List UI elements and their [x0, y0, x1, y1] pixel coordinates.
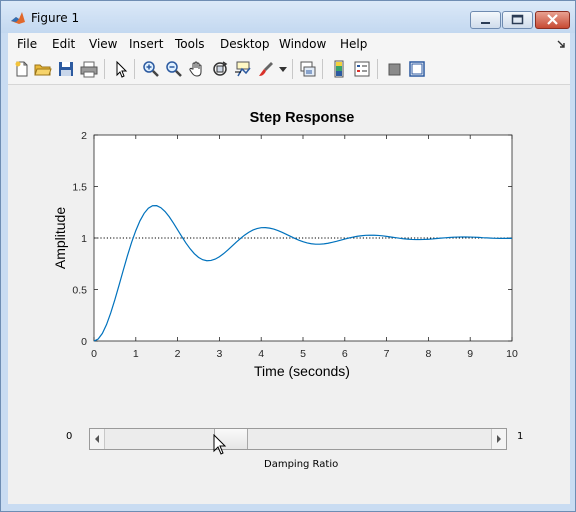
- title-bar[interactable]: Figure 1: [1, 1, 575, 33]
- x-tick-label: 6: [342, 348, 348, 360]
- y-tick-label: 2: [81, 130, 87, 142]
- figure-canvas: Step Response 0 1 2 3 4 5 6 7 8 9 10 0 0.5 1 1.5 2 Ampl…: [8, 85, 570, 504]
- insert-legend-icon[interactable]: [353, 60, 371, 78]
- data-cursor-icon[interactable]: [234, 60, 252, 78]
- toolbar-separator: [322, 59, 323, 79]
- matlab-icon: [11, 12, 25, 24]
- x-axis-label: Time (seconds): [254, 363, 350, 379]
- save-icon[interactable]: [57, 60, 75, 78]
- maximize-icon: [511, 14, 524, 25]
- menu-tools[interactable]: Tools: [175, 37, 205, 51]
- zoom-in-icon[interactable]: [142, 60, 160, 78]
- x-tick-label: 3: [216, 348, 222, 360]
- x-tick-label: 10: [506, 348, 518, 360]
- insert-colorbar-icon[interactable]: [330, 60, 348, 78]
- window-title: Figure 1: [31, 11, 80, 25]
- menu-insert[interactable]: Insert: [129, 37, 163, 51]
- menu-bar: File Edit View Insert Tools Desktop Wind…: [8, 33, 570, 56]
- x-tick-label: 7: [384, 348, 390, 360]
- toolbar-separator: [292, 59, 293, 79]
- slider-left-arrow[interactable]: [90, 429, 105, 449]
- pan-hand-icon[interactable]: [188, 60, 206, 78]
- toolbar: [8, 55, 570, 85]
- right-arrow-icon: [497, 435, 501, 443]
- y-tick-label: 0: [81, 336, 87, 348]
- link-plot-icon[interactable]: [299, 60, 317, 78]
- menu-help[interactable]: Help: [340, 37, 367, 51]
- open-file-icon[interactable]: [34, 60, 52, 78]
- y-tick-label: 1: [81, 233, 87, 245]
- x-tick-label: 9: [467, 348, 473, 360]
- slider-min-label: 0: [66, 431, 73, 442]
- menu-desktop[interactable]: Desktop: [220, 37, 270, 51]
- toolbar-separator: [134, 59, 135, 79]
- step-response-plot: Step Response 0 1 2 3 4 5 6 7 8 9 10 0 0.5 1 1.5 2 Ampl…: [52, 110, 518, 379]
- x-tick-label: 5: [300, 348, 306, 360]
- left-arrow-icon: [95, 435, 99, 443]
- maximize-button[interactable]: [502, 11, 533, 29]
- close-icon: [547, 14, 558, 25]
- menu-edit[interactable]: Edit: [52, 37, 75, 51]
- y-tick-label: 0.5: [72, 285, 87, 297]
- menu-file[interactable]: File: [17, 37, 37, 51]
- mouse-cursor-icon: [213, 434, 227, 455]
- y-tick-label: 1.5: [72, 182, 87, 194]
- minimize-button[interactable]: [470, 11, 501, 29]
- new-figure-icon[interactable]: [13, 60, 31, 78]
- brush-dropdown-icon[interactable]: [279, 67, 287, 73]
- dock-arrow-icon[interactable]: [556, 39, 566, 49]
- x-tick-label: 8: [425, 348, 431, 360]
- y-axis-label: Amplitude: [52, 207, 68, 269]
- hide-plot-tools-icon[interactable]: [385, 60, 403, 78]
- toolbar-separator: [377, 59, 378, 79]
- toolbar-separator: [104, 59, 105, 79]
- x-tick-label: 4: [258, 348, 264, 360]
- chart-title: Step Response: [250, 110, 355, 126]
- x-tick-label: 2: [175, 348, 181, 360]
- x-tick-label: 1: [133, 348, 139, 360]
- rotate-3d-icon[interactable]: [211, 60, 229, 78]
- brush-icon[interactable]: [257, 60, 275, 78]
- close-button[interactable]: [535, 11, 570, 29]
- slider-right-arrow[interactable]: [491, 429, 506, 449]
- damping-ratio-slider[interactable]: [89, 428, 507, 450]
- minimize-icon: [481, 22, 490, 24]
- zoom-out-icon[interactable]: [165, 60, 183, 78]
- x-tick-label: 0: [91, 348, 97, 360]
- slider-caption: Damping Ratio: [264, 459, 339, 470]
- figure-window: Figure 1 File Edit View Insert Tools Des…: [0, 0, 576, 512]
- edit-plot-arrow-icon[interactable]: [112, 60, 130, 78]
- menu-window[interactable]: Window: [279, 37, 326, 51]
- show-plot-tools-icon[interactable]: [408, 60, 426, 78]
- print-icon[interactable]: [80, 60, 98, 78]
- slider-max-label: 1: [517, 431, 524, 442]
- menu-view[interactable]: View: [89, 37, 117, 51]
